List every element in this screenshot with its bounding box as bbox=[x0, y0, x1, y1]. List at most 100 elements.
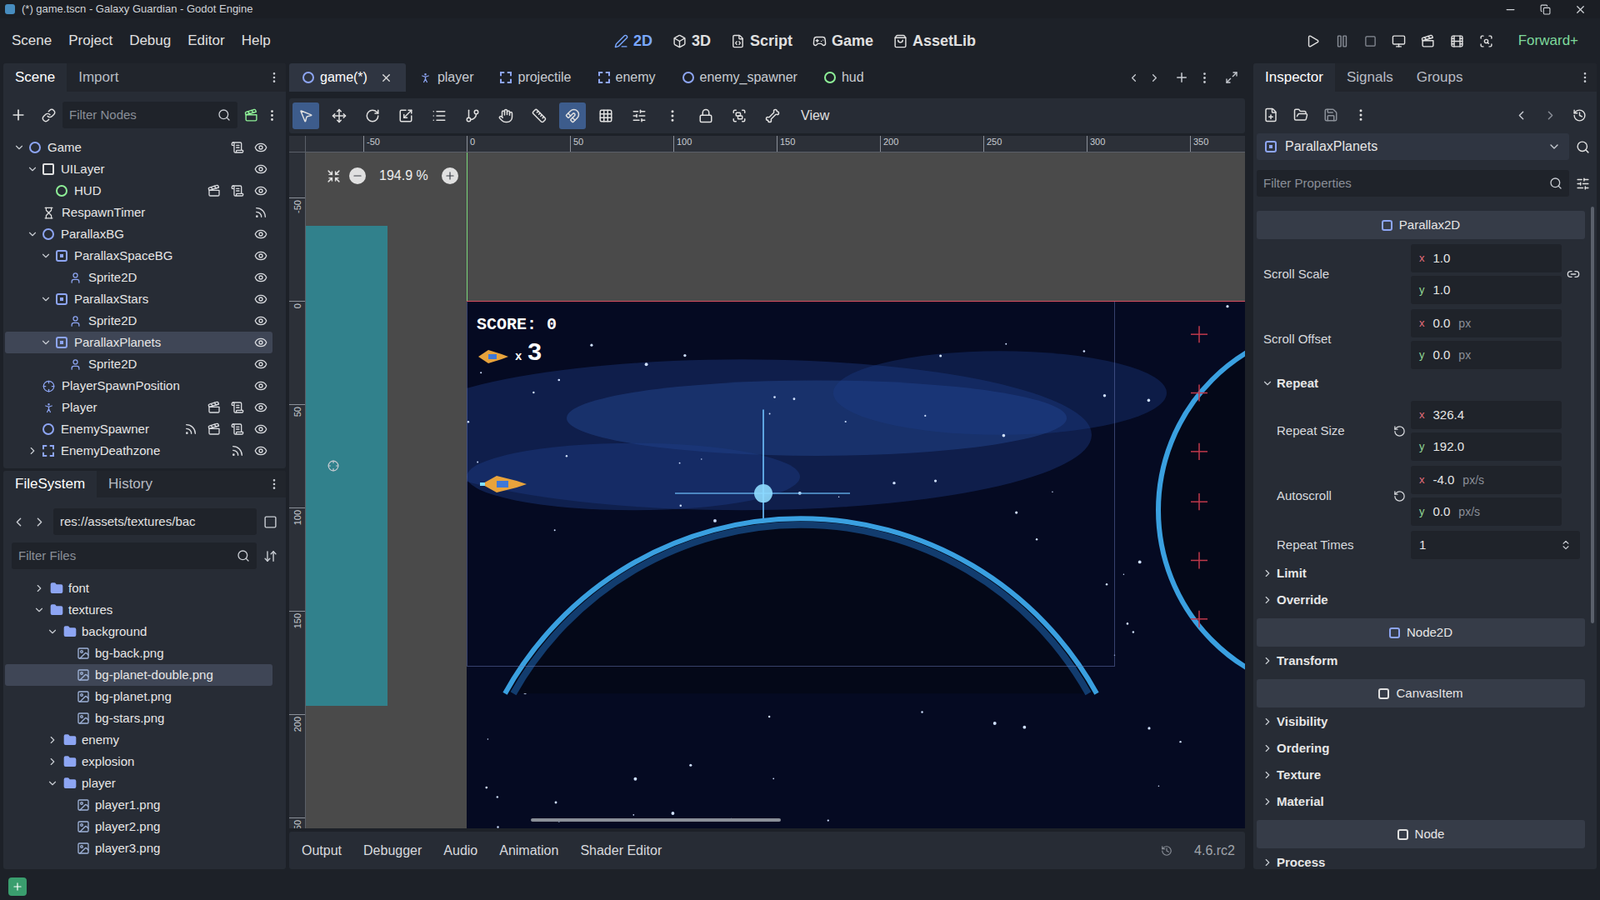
rotate-mode-button[interactable] bbox=[359, 102, 386, 130]
vector-field[interactable]: y0.0px/s bbox=[1410, 497, 1562, 526]
movie-maker-icon[interactable] bbox=[1479, 34, 1494, 49]
bottom-tab[interactable]: Debugger bbox=[363, 840, 422, 861]
visibility-icon[interactable] bbox=[254, 162, 268, 176]
visibility-icon[interactable] bbox=[254, 227, 268, 241]
smart-snap-button[interactable] bbox=[559, 102, 586, 130]
workspace-button[interactable]: Script bbox=[730, 30, 793, 53]
viewport[interactable]: -50050100150200250300350-500501001502002… bbox=[289, 135, 1245, 829]
scene-tree-row[interactable]: HUD bbox=[5, 180, 273, 202]
menu-item[interactable]: Editor bbox=[187, 30, 225, 52]
signal-icon[interactable] bbox=[230, 444, 245, 458]
bottom-tab[interactable]: Shader Editor bbox=[580, 840, 662, 861]
inspector-group[interactable]: Transform bbox=[1256, 648, 1585, 674]
expand-icon[interactable] bbox=[13, 141, 25, 154]
menu-item[interactable]: Scene bbox=[11, 30, 52, 52]
menu-item[interactable]: Help bbox=[241, 30, 271, 52]
file-tree-row[interactable]: textures bbox=[5, 599, 273, 621]
inspector-group[interactable]: Material bbox=[1256, 789, 1585, 815]
vector-field[interactable]: x1.0 bbox=[1410, 244, 1562, 273]
add-node-icon[interactable] bbox=[10, 106, 27, 124]
visibility-icon[interactable] bbox=[254, 140, 268, 155]
canvas[interactable]: SCORE: 0x3 194.9 % bbox=[305, 152, 1245, 829]
inspector-scrollbar[interactable] bbox=[1588, 205, 1597, 870]
visibility-icon[interactable] bbox=[254, 292, 268, 306]
visibility-icon[interactable] bbox=[254, 314, 268, 328]
scene-tab[interactable]: game(*) bbox=[289, 63, 406, 92]
signal-icon[interactable] bbox=[184, 422, 198, 436]
scene-tree-row[interactable]: ParallaxStars bbox=[5, 288, 273, 310]
snap-options-button[interactable] bbox=[625, 102, 653, 130]
filter-nodes-input[interactable]: Filter Nodes bbox=[62, 101, 238, 129]
node-selector[interactable]: ParallaxPlanets bbox=[1256, 133, 1570, 160]
scene-icon[interactable] bbox=[207, 400, 221, 415]
close-icon[interactable] bbox=[1574, 3, 1587, 16]
project-icon[interactable] bbox=[8, 877, 27, 896]
scroll-left-icon[interactable] bbox=[1127, 71, 1140, 85]
more-button[interactable] bbox=[659, 102, 686, 130]
scale-mode-button[interactable] bbox=[392, 102, 420, 130]
inspector-group[interactable]: Texture bbox=[1256, 762, 1585, 788]
bottom-tab[interactable]: Animation bbox=[499, 840, 559, 861]
dock-tab[interactable]: Groups bbox=[1405, 63, 1475, 92]
game-scene[interactable]: SCORE: 0x3 bbox=[466, 300, 1245, 829]
workspace-button[interactable]: 3D bbox=[672, 30, 711, 53]
new-scene-icon[interactable] bbox=[1174, 70, 1190, 85]
renderer-dropdown[interactable]: Forward+ bbox=[1518, 30, 1579, 52]
skeleton-button[interactable] bbox=[759, 102, 786, 130]
center-view-icon[interactable] bbox=[326, 169, 341, 184]
file-tree-row[interactable]: player bbox=[5, 772, 273, 795]
more-icon[interactable] bbox=[265, 108, 280, 123]
scene-tree-row[interactable]: UILayer bbox=[5, 158, 273, 180]
player-ship-icon[interactable] bbox=[480, 472, 529, 496]
vector-field[interactable]: y192.0 bbox=[1410, 432, 1562, 461]
scene-tree-row[interactable]: Player bbox=[5, 396, 273, 419]
file-tree-row[interactable]: bg-planet-double.png bbox=[5, 664, 273, 686]
inspector-group[interactable]: Ordering bbox=[1256, 735, 1585, 761]
visibility-icon[interactable] bbox=[254, 249, 268, 263]
revert-icon[interactable] bbox=[1393, 490, 1406, 503]
visibility-icon[interactable] bbox=[254, 444, 268, 458]
play-custom-icon[interactable] bbox=[1450, 34, 1465, 49]
select-mode-button[interactable] bbox=[292, 102, 320, 130]
history-forward-icon[interactable] bbox=[1543, 108, 1558, 123]
visibility-icon[interactable] bbox=[254, 184, 268, 198]
scene-tab[interactable]: enemy bbox=[585, 63, 670, 92]
pan-mode-button[interactable] bbox=[492, 102, 520, 130]
scene-tab[interactable]: enemy_spawner bbox=[669, 63, 811, 92]
visibility-icon[interactable] bbox=[254, 335, 268, 350]
file-tree-row[interactable]: player2.png bbox=[5, 815, 273, 838]
open-docs-icon[interactable] bbox=[1575, 140, 1590, 155]
new-resource-icon[interactable] bbox=[1263, 107, 1279, 123]
spinbox[interactable]: 1 bbox=[1410, 530, 1580, 560]
scene-tab[interactable]: hud bbox=[810, 63, 878, 92]
history-back-icon[interactable] bbox=[1514, 108, 1529, 123]
history-icon[interactable] bbox=[1572, 108, 1587, 123]
inspector-section-header[interactable]: CanvasItem bbox=[1256, 679, 1585, 708]
load-resource-icon[interactable] bbox=[1293, 107, 1309, 123]
close-tab-icon[interactable] bbox=[380, 71, 393, 85]
dock-tab[interactable]: Scene bbox=[3, 63, 67, 92]
remote-debug-icon[interactable] bbox=[1391, 34, 1406, 49]
scene-tree-row[interactable]: EnemyDeathzone bbox=[5, 440, 273, 462]
inspector-group[interactable]: Repeat bbox=[1256, 370, 1585, 396]
menu-item[interactable]: Debug bbox=[129, 30, 171, 52]
zoom-level[interactable]: 194.9 % bbox=[374, 165, 434, 186]
inspector-group[interactable]: Limit bbox=[1256, 560, 1585, 586]
workspace-button[interactable]: AssetLib bbox=[893, 30, 976, 53]
scene-icon[interactable] bbox=[207, 422, 221, 436]
scene-tab[interactable]: player bbox=[405, 63, 488, 92]
forward-icon[interactable] bbox=[32, 515, 47, 530]
list-select-button[interactable] bbox=[425, 102, 453, 130]
file-tree-row[interactable]: font bbox=[5, 577, 273, 600]
teal-rect[interactable] bbox=[305, 225, 388, 706]
minimize-icon[interactable] bbox=[1504, 3, 1517, 16]
scene-tree-row[interactable]: PlayerSpawnPosition bbox=[5, 375, 273, 397]
resource-menu-icon[interactable] bbox=[1353, 107, 1369, 123]
dock-menu-icon[interactable] bbox=[1578, 70, 1592, 85]
grid-snap-button[interactable] bbox=[592, 102, 620, 130]
file-tree-row[interactable]: bg-planet.png bbox=[5, 685, 273, 708]
move-mode-button[interactable] bbox=[325, 102, 353, 130]
scene-tree-row[interactable]: RespawnTimer bbox=[5, 201, 273, 224]
dock-tab[interactable]: Signals bbox=[1335, 63, 1405, 92]
inspector-section-header[interactable]: Parallax2D bbox=[1256, 210, 1585, 240]
